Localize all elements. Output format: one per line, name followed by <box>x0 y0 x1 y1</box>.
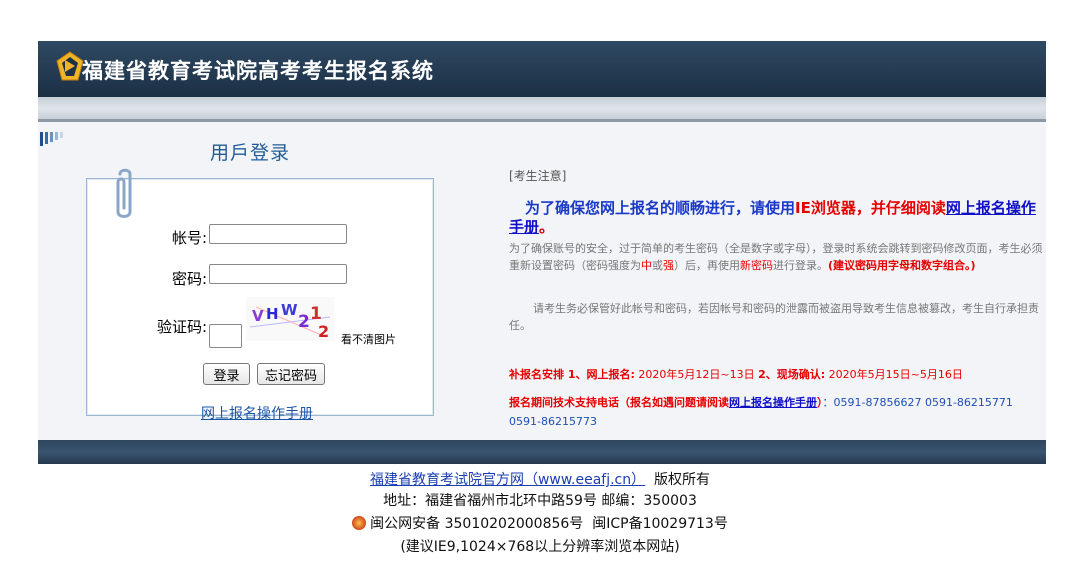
notice-p1-zhong: 中 <box>641 259 652 272</box>
police-record[interactable]: 闽公网安备 35010202000856号 <box>370 516 583 532</box>
notice-heading: [考生注意] <box>509 169 567 183</box>
svg-text:1: 1 <box>310 304 322 324</box>
paperclip-icon <box>116 168 132 218</box>
schedule-label: 补报名安排 1、网上报名: <box>509 368 635 381</box>
logo-icon <box>56 51 84 81</box>
svg-text:2: 2 <box>298 312 310 332</box>
schedule-confirm: 2020年5月15日~5月16日 <box>825 368 963 381</box>
captcha-image[interactable]: V H W 2 1 2 <box>246 297 334 341</box>
password-input[interactable] <box>209 264 347 284</box>
manual-link[interactable]: 网上报名操作手册 <box>201 403 313 423</box>
footer-address: 地址：福建省福州市北环中路59号 邮编：350003 <box>383 493 697 509</box>
captcha-refresh-link[interactable]: 看不清图片 <box>341 331 396 347</box>
captcha-input[interactable] <box>209 324 242 348</box>
notice-p1-b: ）后，再使用 <box>674 259 740 272</box>
notice-main-mid: 并仔细阅读 <box>870 199 946 217</box>
svg-text:V: V <box>252 307 264 325</box>
browser-tip: (建议IE9,1024×768以上分辨率浏览本网站) <box>400 539 680 555</box>
icp-record[interactable]: 闽ICP备10029713号 <box>592 516 728 532</box>
page-title: 福建省教育考试院高考考生报名系统 <box>82 59 434 83</box>
forgot-password-button[interactable]: 忘记密码 <box>257 363 325 385</box>
notice-p1-qiang: 强 <box>663 259 674 272</box>
footer-line-1: 福建省教育考试院官方网（www.eeafj.cn） 版权所有 <box>0 469 1080 489</box>
captcha-label: 验证码: <box>157 318 208 336</box>
notice-main-end: 。 <box>539 218 555 236</box>
notice-p1-tip: (建议密码用字母和数字组合。) <box>828 259 976 272</box>
header-band <box>38 97 1046 119</box>
notice-p1-or: 或 <box>652 259 663 272</box>
notice-ie: IE浏览器， <box>795 199 871 217</box>
page: 福建省教育考试院高考考生报名系统 用戶登录 帐号: 密码: 验证码: V H W… <box>0 0 1080 561</box>
schedule-text: 补报名安排 1、网上报名: 2020年5月12日~13日 2、现场确认: 202… <box>509 366 963 382</box>
decor-stripes-icon <box>40 132 63 146</box>
svg-text:2: 2 <box>318 322 329 341</box>
notice-responsibility-text: 请考生务必保管好此帐号和密码，若因帐号和密码的泄露而被盗用导致考生信息被篡改，考… <box>509 302 1039 332</box>
login-title: 用戶登录 <box>210 142 291 164</box>
notice-main-text: 为了确保您网上报名的顺畅进行，请使用 <box>525 199 796 217</box>
support-manual-link[interactable]: 网上报名操作手册 <box>729 396 817 409</box>
support-label: 报名期间技术支持电话（报名如遇问题请阅读 <box>509 396 729 409</box>
svg-text:H: H <box>266 305 279 323</box>
notice-p1-c: 进行登录。 <box>773 259 828 272</box>
footer-line-3: 闽公网安备 35010202000856号 闽ICP备10029713号 <box>0 513 1080 533</box>
footer-bar <box>38 440 1046 464</box>
notice-p1-new: 新密码 <box>740 259 773 272</box>
svg-text:W: W <box>281 301 298 319</box>
support-text: 报名期间技术支持电话（报名如遇问题请阅读网上报名操作手册）：0591-87856… <box>509 393 1029 431</box>
copyright: 版权所有 <box>654 472 711 488</box>
login-button[interactable]: 登录 <box>203 363 250 385</box>
police-badge-icon <box>352 516 367 530</box>
password-label: 密码: <box>172 270 208 288</box>
account-label: 帐号: <box>172 229 208 247</box>
notice-password-text: 为了确保账号的安全，过于简单的考生密码（全是数字或字母），登录时系统会跳转到密码… <box>509 240 1043 274</box>
schedule-confirm-label: 2、现场确认: <box>758 368 826 381</box>
account-input[interactable] <box>209 224 347 244</box>
notice-main: 为了确保您网上报名的顺畅进行，请使用IE浏览器，并仔细阅读网上报名操作手册。 <box>509 199 1041 237</box>
official-site-link[interactable]: 福建省教育考试院官方网（www.eeafj.cn） <box>370 472 645 488</box>
schedule-online: 2020年5月12日~13日 <box>634 368 759 381</box>
